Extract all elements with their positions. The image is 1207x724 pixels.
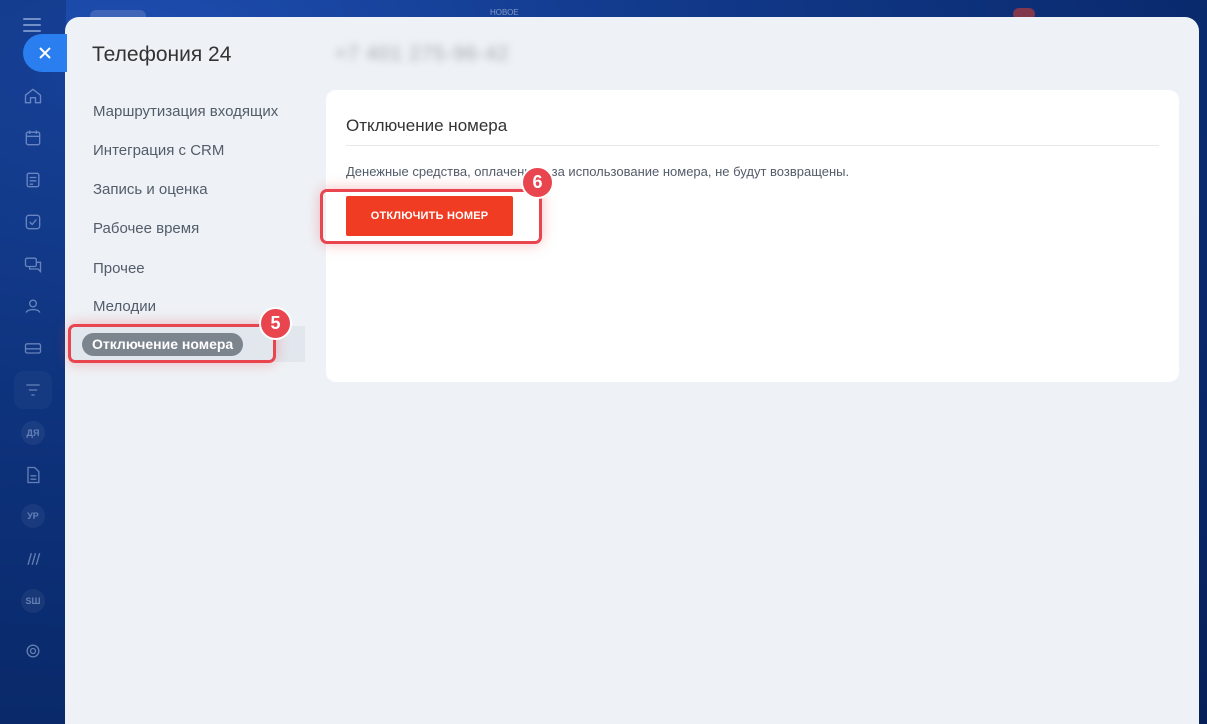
phone-number-blurred: +7 401 275-96-42 [335, 43, 510, 65]
card-divider [346, 145, 1159, 146]
close-slider-button[interactable] [23, 34, 67, 72]
page-title: Телефония 24 [92, 43, 232, 66]
close-icon [39, 47, 51, 59]
step-5-highlight [68, 324, 276, 363]
file-icon[interactable] [19, 461, 47, 489]
menu-item-crm-integration[interactable]: Интеграция с CRM [93, 142, 285, 159]
refund-warning-text: Денежные средства, оплаченные за использ… [346, 164, 850, 179]
rail-badge-3[interactable]: SШ [21, 589, 45, 613]
menu-item-incoming-routing[interactable]: Маршрутизация входящих [93, 103, 285, 120]
menu-item-other[interactable]: Прочее [93, 260, 285, 277]
rail-badge-1[interactable]: ДЯ [21, 421, 45, 445]
telephony-settings-panel: Телефония 24 +7 401 275-96-42 Маршрутиза… [65, 17, 1199, 724]
settings-gear-icon[interactable] [19, 637, 47, 665]
slashes-icon[interactable] [19, 545, 47, 573]
document-icon[interactable] [19, 166, 47, 194]
disconnect-number-card: Отключение номера Денежные средства, опл… [320, 90, 1179, 382]
menu-item-recording[interactable]: Запись и оценка [93, 181, 285, 198]
step-6-badge: 6 [521, 166, 554, 199]
step-5-badge: 5 [259, 307, 292, 340]
card-title: Отключение номера [346, 116, 508, 135]
chat-icon[interactable] [19, 250, 47, 278]
disconnect-number-button[interactable]: ОТКЛЮЧИТЬ НОМЕР [346, 196, 513, 236]
menu-item-working-hours[interactable]: Рабочее время [93, 220, 285, 237]
task-check-icon[interactable] [19, 208, 47, 236]
left-navigation-rail: ДЯ УР SШ [0, 0, 66, 724]
contacts-icon[interactable] [19, 292, 47, 320]
filter-funnel-icon[interactable] [14, 371, 52, 409]
top-new-label: НОВОЕ [490, 8, 519, 17]
menu-icon[interactable] [23, 18, 41, 32]
menu-item-melodies[interactable]: Мелодии [93, 298, 285, 315]
calendar-icon[interactable] [19, 124, 47, 152]
inbox-icon[interactable] [19, 334, 47, 362]
rail-badge-2[interactable]: УР [21, 504, 45, 528]
home-icon[interactable] [19, 82, 47, 110]
